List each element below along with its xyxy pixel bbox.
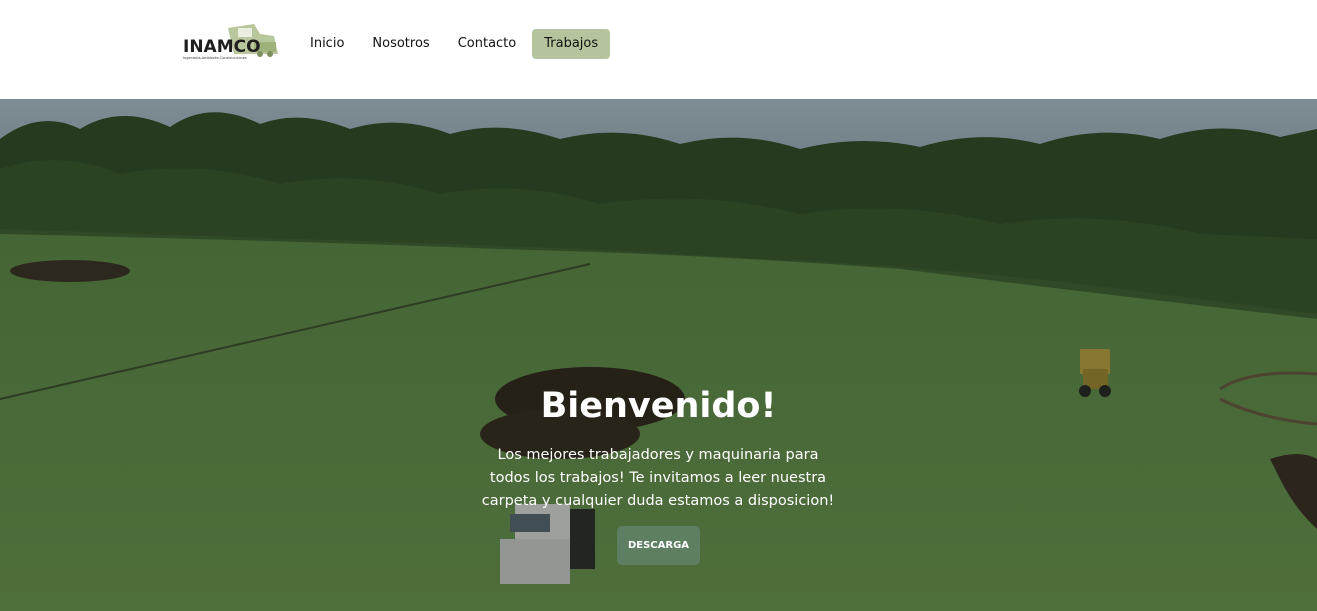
nav-item-inicio[interactable]: Inicio bbox=[298, 29, 356, 59]
nav-item-trabajos[interactable]: Trabajos bbox=[532, 29, 611, 59]
brand-tagline: Ingeniería-Ambiente-Construcciones bbox=[183, 56, 247, 60]
hero-section: Bienvenido! Los mejores trabajadores y m… bbox=[0, 99, 1317, 611]
hero-description: Los mejores trabajadores y maquinaria pa… bbox=[481, 447, 835, 509]
main-nav: Inicio Nosotros Contacto Trabajos bbox=[298, 29, 611, 59]
site-header: INAMCO Ingeniería-Ambiente-Construccione… bbox=[0, 0, 1317, 99]
download-button[interactable]: DESCARGA bbox=[617, 526, 700, 565]
nav-item-nosotros[interactable]: Nosotros bbox=[360, 29, 441, 59]
nav-item-contacto[interactable]: Contacto bbox=[446, 29, 529, 59]
brand-name: INAMCO bbox=[183, 37, 261, 57]
hero-title: Bienvenido! bbox=[540, 386, 777, 426]
brand-logo[interactable]: INAMCO Ingeniería-Ambiente-Construccione… bbox=[180, 20, 280, 64]
